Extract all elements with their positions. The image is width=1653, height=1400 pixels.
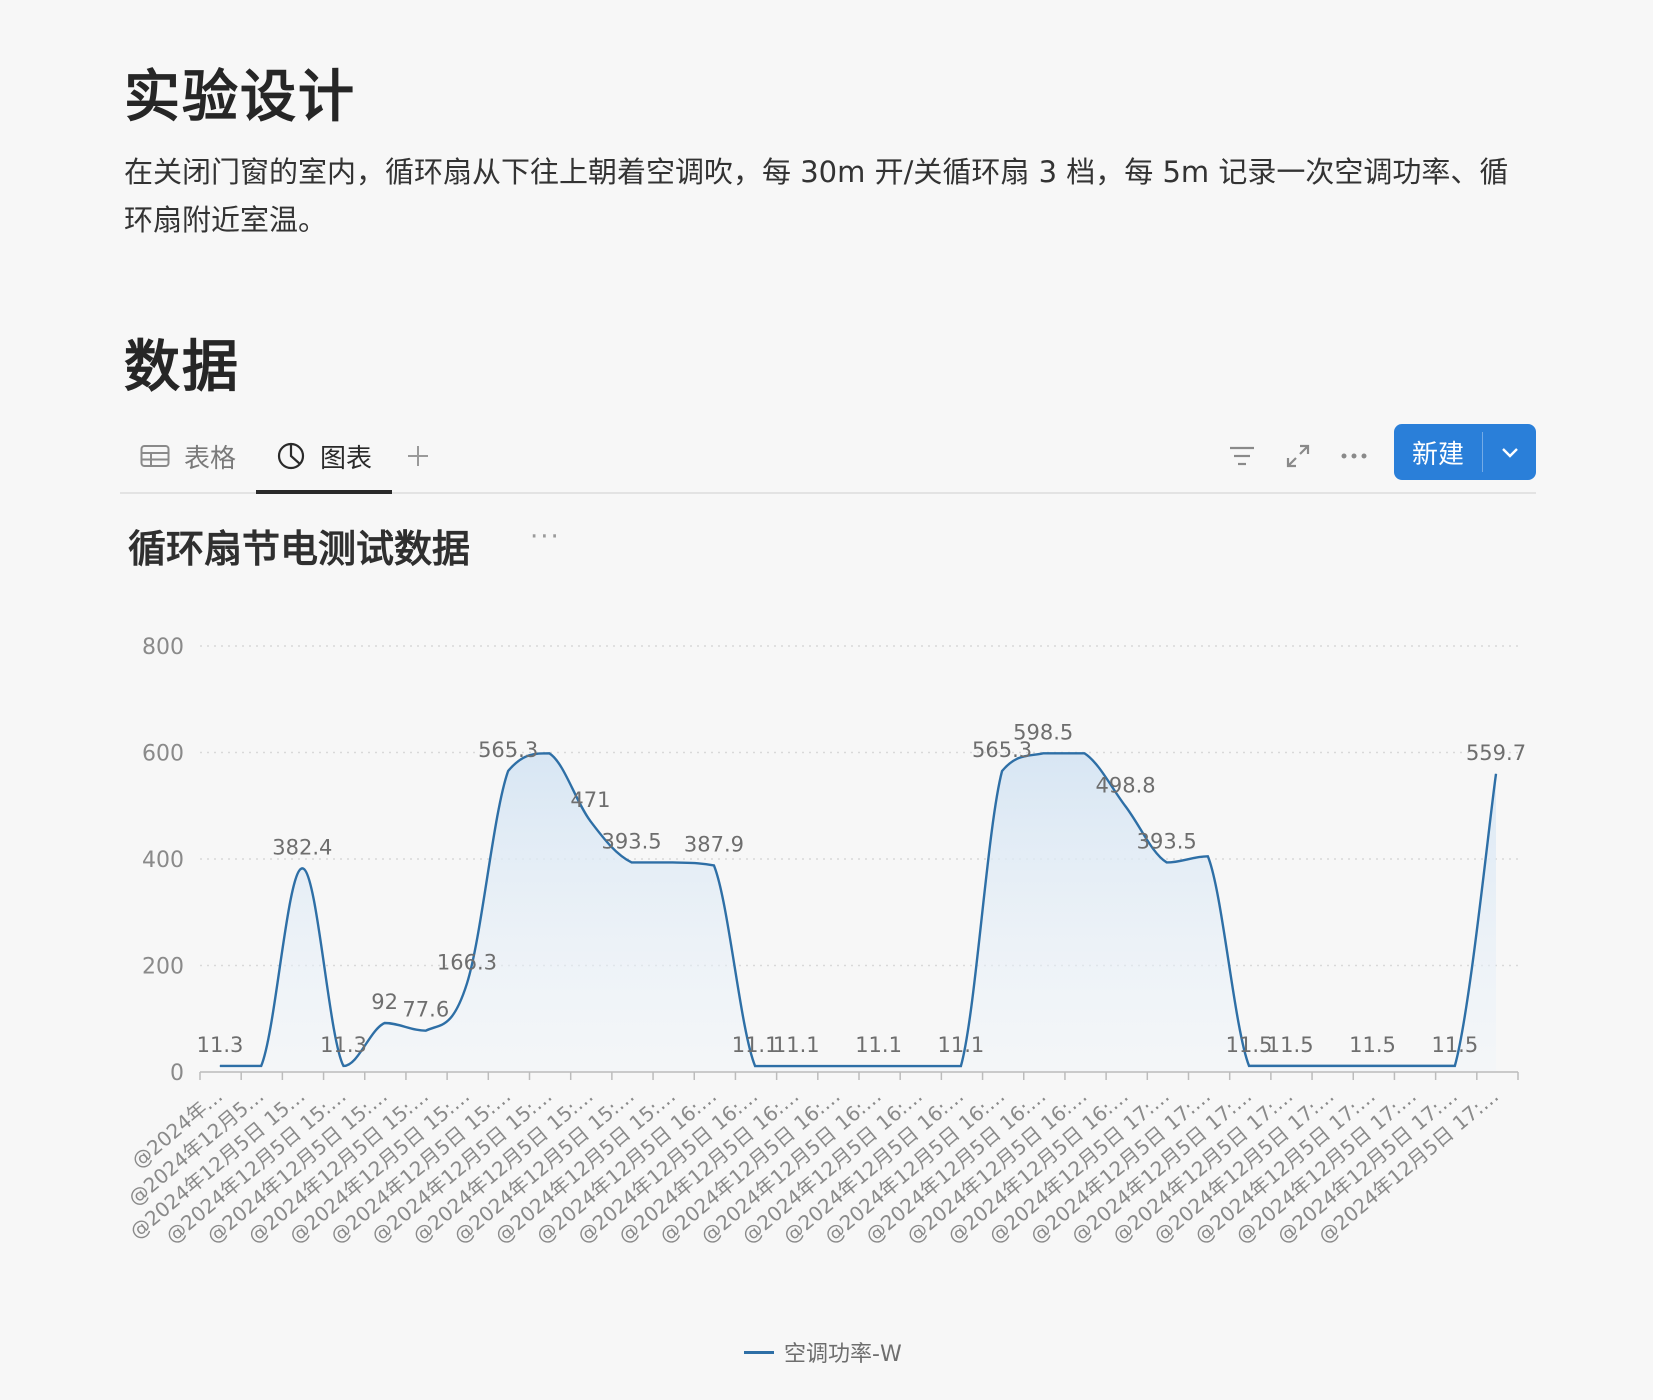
data-label: 11.1 — [773, 1033, 820, 1057]
y-tick-label: 600 — [142, 742, 184, 767]
data-point — [260, 1065, 262, 1067]
data-label: 77.6 — [402, 998, 449, 1022]
chart-legend: 空调功率-W — [744, 1336, 902, 1368]
data-label: 559.7 — [1466, 741, 1526, 765]
data-label: 471 — [570, 788, 610, 812]
data-point — [1042, 752, 1044, 754]
data-label: 598.5 — [1013, 720, 1073, 744]
data-point — [1248, 1065, 1250, 1067]
data-label: 11.5 — [1226, 1033, 1273, 1057]
data-point — [1207, 855, 1209, 857]
data-point — [1125, 805, 1127, 807]
data-point — [384, 1022, 386, 1024]
data-point — [507, 770, 509, 772]
data-label: 11.5 — [1349, 1033, 1396, 1057]
data-point — [960, 1065, 962, 1067]
data-point — [1413, 1065, 1415, 1067]
y-tick-label: 400 — [142, 848, 184, 873]
data-point — [1495, 773, 1497, 775]
data-label: 393.5 — [1137, 829, 1197, 853]
data-point — [1330, 1065, 1332, 1067]
data-point — [672, 861, 674, 863]
data-point — [795, 1065, 797, 1067]
data-label: 498.8 — [1095, 773, 1155, 797]
data-point — [631, 861, 633, 863]
data-point — [754, 1065, 756, 1067]
data-label: 387.9 — [684, 832, 744, 856]
data-point — [878, 1065, 880, 1067]
data-label: 11.5 — [1267, 1033, 1314, 1057]
data-label: 382.4 — [272, 835, 332, 859]
data-label: 11.1 — [732, 1033, 779, 1057]
data-point — [1001, 770, 1003, 772]
data-point — [342, 1065, 344, 1067]
data-label: 11.1 — [855, 1033, 902, 1057]
data-point — [219, 1065, 221, 1067]
line-chart: 0200400600800@2024年…@2024年12月5…@2024年12月… — [123, 635, 1526, 1248]
data-point — [301, 867, 303, 869]
data-point — [1372, 1065, 1374, 1067]
data-point — [1289, 1065, 1291, 1067]
data-point — [425, 1030, 427, 1032]
data-point — [1166, 861, 1168, 863]
legend-swatch — [744, 1350, 774, 1354]
data-point — [919, 1065, 921, 1067]
data-label: 92 — [371, 990, 398, 1014]
data-label: 11.1 — [938, 1033, 985, 1057]
data-point — [466, 982, 468, 984]
data-label: 565.3 — [478, 738, 538, 762]
data-point — [1454, 1065, 1456, 1067]
data-label: 11.5 — [1431, 1033, 1478, 1057]
legend-label: 空调功率-W — [784, 1342, 902, 1367]
y-tick-label: 800 — [142, 635, 184, 660]
data-label: 11.3 — [320, 1033, 367, 1057]
data-label: 11.3 — [197, 1033, 244, 1057]
data-point — [1083, 752, 1085, 754]
series-area — [220, 753, 1496, 1072]
y-tick-label: 0 — [170, 1061, 184, 1086]
y-tick-label: 200 — [142, 955, 184, 980]
data-point — [836, 1065, 838, 1067]
data-point — [589, 820, 591, 822]
data-point — [713, 864, 715, 866]
data-point — [548, 752, 550, 754]
data-label: 166.3 — [437, 950, 497, 974]
data-label: 393.5 — [602, 829, 662, 853]
